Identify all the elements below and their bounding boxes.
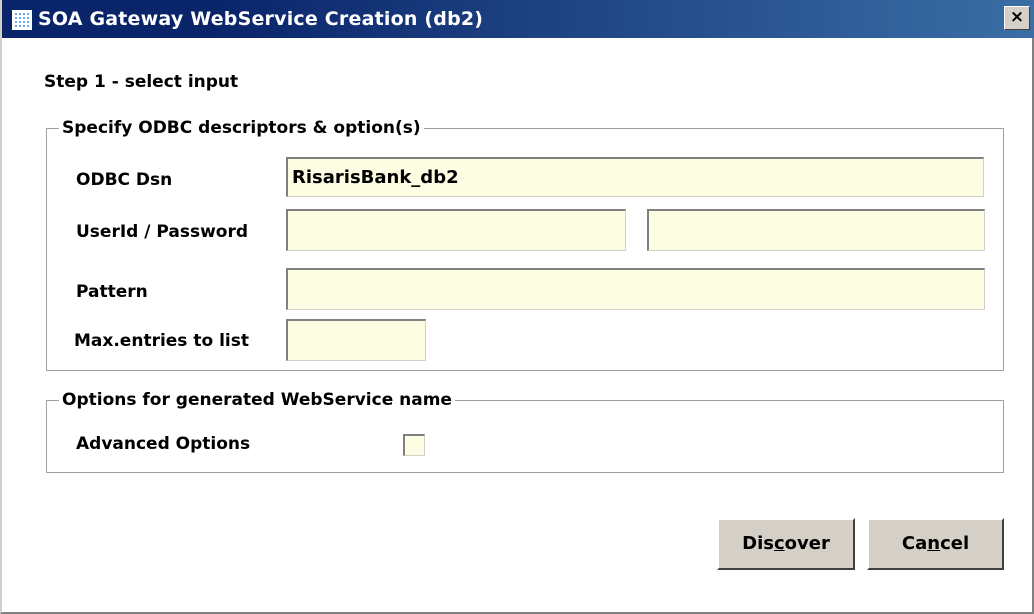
step-label: Step 1 - select input bbox=[44, 72, 239, 92]
discover-label-pre: Dis bbox=[742, 533, 774, 554]
discover-mnemonic: c bbox=[773, 533, 785, 554]
userid-password-label: UserId / Password bbox=[76, 222, 249, 242]
discover-label-post: over bbox=[784, 533, 830, 554]
dialog-window: SOA Gateway WebService Creation (db2) × … bbox=[0, 0, 1034, 614]
password-input[interactable] bbox=[647, 209, 985, 251]
advanced-options-label: Advanced Options bbox=[76, 434, 251, 454]
pattern-input[interactable] bbox=[286, 268, 985, 310]
odbc-dsn-input[interactable] bbox=[286, 157, 984, 197]
window-title: SOA Gateway WebService Creation (db2) bbox=[38, 8, 484, 30]
cancel-label-pre: Ca bbox=[901, 533, 928, 554]
max-entries-input[interactable] bbox=[286, 319, 426, 361]
title-bar[interactable]: SOA Gateway WebService Creation (db2) × bbox=[2, 0, 1034, 38]
userid-input[interactable] bbox=[286, 209, 626, 251]
advanced-options-checkbox[interactable] bbox=[403, 434, 425, 456]
max-entries-label: Max.entries to list bbox=[74, 331, 249, 351]
cancel-label-post: cel bbox=[940, 533, 970, 554]
pattern-label: Pattern bbox=[76, 282, 148, 302]
discover-button[interactable]: Discover bbox=[717, 518, 855, 570]
close-button[interactable]: × bbox=[1004, 6, 1030, 30]
cancel-button[interactable]: Cancel bbox=[867, 518, 1004, 570]
webservice-name-options-group: Options for generated WebService name bbox=[46, 390, 1004, 473]
odbc-group-legend: Specify ODBC descriptors & option(s) bbox=[62, 118, 421, 138]
odbc-dsn-label: ODBC Dsn bbox=[76, 170, 173, 190]
cancel-mnemonic: n bbox=[927, 533, 941, 554]
options-group-legend: Options for generated WebService name bbox=[62, 390, 452, 410]
app-icon bbox=[12, 10, 32, 30]
close-icon[interactable]: × bbox=[1010, 7, 1024, 27]
